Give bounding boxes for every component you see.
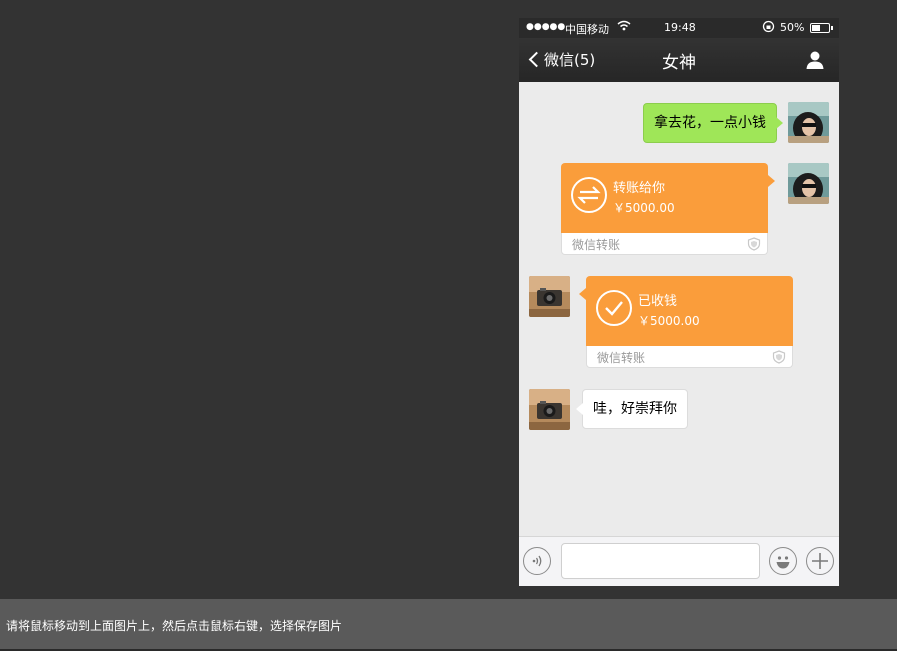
shield-icon — [747, 236, 761, 255]
message-input[interactable] — [561, 543, 760, 579]
transfer-arrows-icon — [571, 177, 607, 213]
transfer-footer-label: 微信转账 — [572, 238, 621, 252]
transfer-footer-label: 微信转账 — [597, 351, 646, 365]
contact-avatar[interactable] — [529, 389, 570, 430]
wifi-icon — [617, 19, 631, 36]
contact-avatar[interactable] — [529, 276, 570, 317]
more-button[interactable] — [806, 547, 834, 575]
smiley-icon — [776, 556, 790, 569]
my-avatar[interactable] — [788, 102, 829, 143]
battery-icon — [810, 23, 833, 33]
sent-message-bubble[interactable]: 拿去花，一点小钱 — [643, 103, 783, 143]
profile-button[interactable] — [805, 50, 825, 70]
rotation-lock-icon — [762, 20, 775, 36]
chat-screen: ●●●●● 中国移动 19:48 50% 微信(5) 女神 拿去花，一点小钱 转… — [519, 18, 839, 586]
my-avatar[interactable] — [788, 163, 829, 204]
plus-icon — [812, 553, 828, 569]
input-bar — [519, 536, 839, 586]
carrier-name: 中国移动 — [565, 23, 609, 36]
battery-percentage: 50% — [780, 21, 805, 34]
received-message-bubble[interactable]: 哇，好崇拜你 — [576, 389, 688, 429]
save-hint-text: 请将鼠标移动到上面图片上，然后点击鼠标右键，选择保存图片 — [6, 619, 343, 633]
voice-icon — [532, 555, 542, 567]
emoji-button[interactable] — [769, 547, 797, 575]
clock: 19:48 — [664, 21, 696, 34]
transfer-amount: ￥5000.00 — [613, 201, 675, 215]
checkmark-icon — [596, 290, 632, 326]
save-hint-footer: 请将鼠标移动到上面图片上，然后点击鼠标右键，选择保存图片 — [0, 599, 897, 651]
shield-icon — [772, 349, 786, 368]
signal-strength-icon: ●●●●● — [526, 22, 566, 32]
voice-button[interactable] — [523, 547, 551, 575]
battery-fill — [812, 25, 820, 31]
sent-transfer-card[interactable]: 转账给你 ￥5000.00 微信转账 — [561, 163, 775, 255]
page-title: 女神 — [662, 53, 696, 73]
transfer-title: 转账给你 — [613, 181, 666, 196]
received-transfer-card[interactable]: 已收钱 ￥5000.00 微信转账 — [579, 276, 793, 368]
person-icon — [806, 51, 824, 69]
status-bar: ●●●●● 中国移动 19:48 50% — [519, 18, 839, 38]
transfer-amount: ￥5000.00 — [638, 314, 700, 328]
transfer-title: 已收钱 — [638, 294, 678, 309]
navigation-bar: 微信(5) 女神 — [519, 38, 839, 82]
